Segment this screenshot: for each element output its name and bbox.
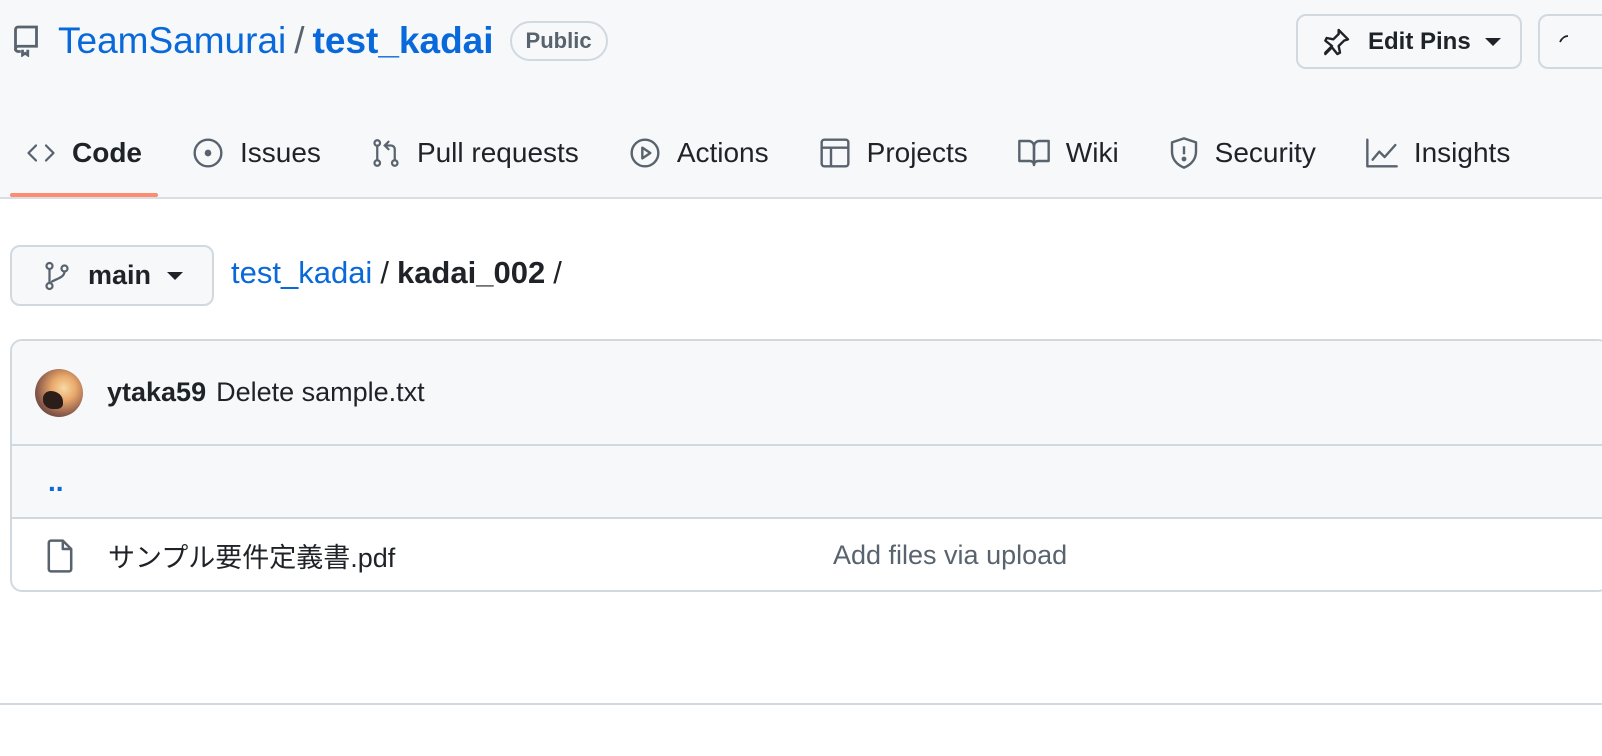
git-branch-icon: [45, 261, 69, 290]
breadcrumb-trailing-separator: /: [553, 255, 562, 290]
tab-label: Code: [72, 136, 142, 168]
tab-label: Actions: [676, 136, 769, 168]
breadcrumb: test_kadai / kadai_002 /: [231, 255, 570, 291]
parent-directory-row[interactable]: ..: [12, 446, 1602, 519]
eye-icon: [1559, 34, 1569, 42]
pull-request-icon: [373, 138, 399, 167]
shield-icon: [1170, 136, 1197, 169]
repo-owner-link[interactable]: TeamSamurai: [58, 20, 286, 62]
play-icon: [630, 137, 660, 168]
tab-label: Projects: [866, 136, 968, 168]
latest-commit-row: ytaka59 Delete sample.txt: [12, 341, 1602, 446]
branch-name: main: [88, 260, 152, 290]
branch-selector-button[interactable]: main: [10, 245, 214, 306]
repo-nav-tabs: Code Issues Pull requests Actions Projec…: [10, 110, 1544, 197]
chevron-down-icon: [1484, 37, 1501, 46]
repo-icon: [12, 25, 40, 57]
breadcrumb-root-link[interactable]: test_kadai: [231, 255, 372, 291]
file-icon: [47, 539, 73, 573]
tab-label: Issues: [240, 136, 321, 168]
watch-button[interactable]: [1538, 14, 1602, 69]
tab-pull-requests[interactable]: Pull requests: [355, 110, 595, 195]
tab-insights[interactable]: Insights: [1350, 110, 1527, 195]
repo-header: TeamSamurai / test_kadai Public Edit Pin…: [0, 0, 1602, 199]
file-listing: ytaka59 Delete sample.txt .. サンプル要件定義書.p…: [10, 339, 1602, 592]
chevron-down-icon: [167, 271, 184, 280]
commit-message-link[interactable]: Delete sample.txt: [216, 377, 425, 408]
graph-icon: [1365, 137, 1398, 168]
tab-actions[interactable]: Actions: [613, 110, 785, 195]
divider: [0, 703, 1602, 705]
tab-issues[interactable]: Issues: [176, 110, 337, 195]
edit-pins-button[interactable]: Edit Pins: [1296, 14, 1522, 69]
repo-title: TeamSamurai / test_kadai Public: [12, 14, 608, 68]
breadcrumb-separator: /: [380, 255, 389, 290]
issue-icon: [193, 137, 223, 168]
tab-code[interactable]: Code: [10, 110, 158, 197]
commit-author-link[interactable]: ytaka59: [107, 377, 206, 408]
pin-icon: [1324, 28, 1350, 55]
table-row: サンプル要件定義書.pdf Add files via upload: [12, 519, 1602, 590]
repo-name-link[interactable]: test_kadai: [313, 20, 494, 62]
tab-security[interactable]: Security: [1153, 110, 1332, 195]
code-icon: [27, 143, 55, 162]
breadcrumb-current: kadai_002: [396, 255, 546, 290]
table-icon: [820, 137, 850, 168]
file-commit-message-link[interactable]: Add files via upload: [833, 540, 1067, 571]
parent-directory-link[interactable]: ..: [48, 466, 64, 498]
tab-label: Pull requests: [416, 136, 579, 168]
tab-label: Wiki: [1065, 136, 1119, 168]
tab-wiki[interactable]: Wiki: [1002, 110, 1135, 195]
book-icon: [1017, 139, 1050, 166]
repo-title-separator: /: [294, 20, 305, 61]
edit-pins-label: Edit Pins: [1368, 27, 1471, 55]
avatar[interactable]: [35, 368, 83, 417]
visibility-badge: Public: [509, 21, 608, 61]
tab-projects[interactable]: Projects: [803, 110, 984, 195]
tab-label: Insights: [1413, 136, 1511, 168]
file-name-link[interactable]: サンプル要件定義書.pdf: [108, 536, 395, 575]
tab-label: Security: [1214, 136, 1316, 168]
